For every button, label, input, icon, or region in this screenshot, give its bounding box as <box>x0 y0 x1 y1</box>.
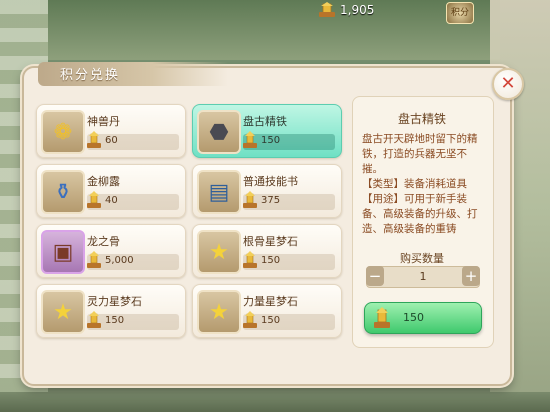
quantity-plus-button[interactable]: + <box>462 266 480 286</box>
background-scenery-top <box>40 0 500 60</box>
da-guan-ta-coin-icon <box>87 191 101 208</box>
da-guan-ta-coin-icon <box>87 311 101 328</box>
item-card[interactable]: ❁ 神兽丹 60 <box>36 104 186 158</box>
star-stone-icon: ★ <box>197 290 241 334</box>
da-guan-ta-coin-icon <box>87 251 101 268</box>
buy-button[interactable]: 150 <box>364 302 482 334</box>
da-guan-ta-coin-icon <box>243 191 257 208</box>
buy-price: 150 <box>403 311 424 324</box>
item-price: 375 <box>261 195 281 206</box>
panel-title: 积分兑换 <box>60 68 121 83</box>
item-name: 力量星梦石 <box>243 295 298 308</box>
currency-amount: 1,905 <box>340 3 375 17</box>
points-badge[interactable]: 积分 <box>446 2 474 24</box>
background-scenery-bottom <box>0 392 550 412</box>
skill-book-icon: ▤ <box>197 170 241 214</box>
item-price: 5,000 <box>105 255 134 266</box>
item-name: 盘古精铁 <box>243 115 287 128</box>
item-card[interactable]: ★ 力量星梦石 150 <box>192 284 342 338</box>
item-card[interactable]: ▤ 普通技能书 375 <box>192 164 342 218</box>
item-price: 60 <box>105 135 118 146</box>
item-name: 灵力星梦石 <box>87 295 142 308</box>
star-stone-icon: ★ <box>41 290 85 334</box>
vase-plant-icon: ⚱ <box>41 170 85 214</box>
da-guan-ta-coin-icon <box>243 251 257 268</box>
item-name: 根骨星梦石 <box>243 235 298 248</box>
quantity-value[interactable]: 1 <box>387 267 459 287</box>
detail-desc-line: 盘古开天辟地时留下的精铁，打造的兵器无坚不摧。 <box>362 133 478 175</box>
detail-usage-line: 【用途】可用于新手装备、高级装备的升级、打造、高级装备的重铸 <box>362 193 478 235</box>
item-price: 40 <box>105 195 118 206</box>
item-price: 150 <box>261 255 281 266</box>
detail-title: 盘古精铁 <box>397 112 446 126</box>
item-card[interactable]: ★ 灵力星梦石 150 <box>36 284 186 338</box>
da-guan-ta-coin-icon <box>243 311 257 328</box>
item-name: 神兽丹 <box>87 115 120 128</box>
item-name: 金柳露 <box>87 175 120 188</box>
quantity-stepper: − 1 + <box>366 266 480 288</box>
treasure-chest-icon: ▣ <box>41 230 85 274</box>
iron-ore-icon: ⬣ <box>197 110 241 154</box>
item-name: 龙之骨 <box>87 235 120 248</box>
da-guan-ta-coin-icon <box>319 2 335 17</box>
detail-description: 盘古开天辟地时留下的精铁，打造的兵器无坚不摧。 【类型】装备消耗道具 【用途】可… <box>362 132 486 237</box>
item-card[interactable]: ⚱ 金柳露 40 <box>36 164 186 218</box>
item-card[interactable]: ⬣ 盘古精铁 150 <box>192 104 342 158</box>
close-button[interactable]: ✕ <box>492 68 524 100</box>
golden-fruit-icon: ❁ <box>41 110 85 154</box>
currency-display: 1,905 <box>318 2 374 18</box>
item-price: 150 <box>261 315 281 326</box>
quantity-minus-button[interactable]: − <box>366 266 384 286</box>
da-guan-ta-coin-icon <box>243 131 257 148</box>
quantity-label: 购买数量 <box>400 252 444 265</box>
star-stone-icon: ★ <box>197 230 241 274</box>
da-guan-ta-coin-icon <box>87 131 101 148</box>
detail-type-line: 【类型】装备消耗道具 <box>362 178 467 190</box>
da-guan-ta-coin-icon <box>374 307 390 328</box>
close-icon: ✕ <box>500 73 516 94</box>
item-name: 普通技能书 <box>243 175 298 188</box>
item-card[interactable]: ★ 根骨星梦石 150 <box>192 224 342 278</box>
item-price: 150 <box>261 135 281 146</box>
item-price: 150 <box>105 315 125 326</box>
item-card[interactable]: ▣ 龙之骨 5,000 <box>36 224 186 278</box>
